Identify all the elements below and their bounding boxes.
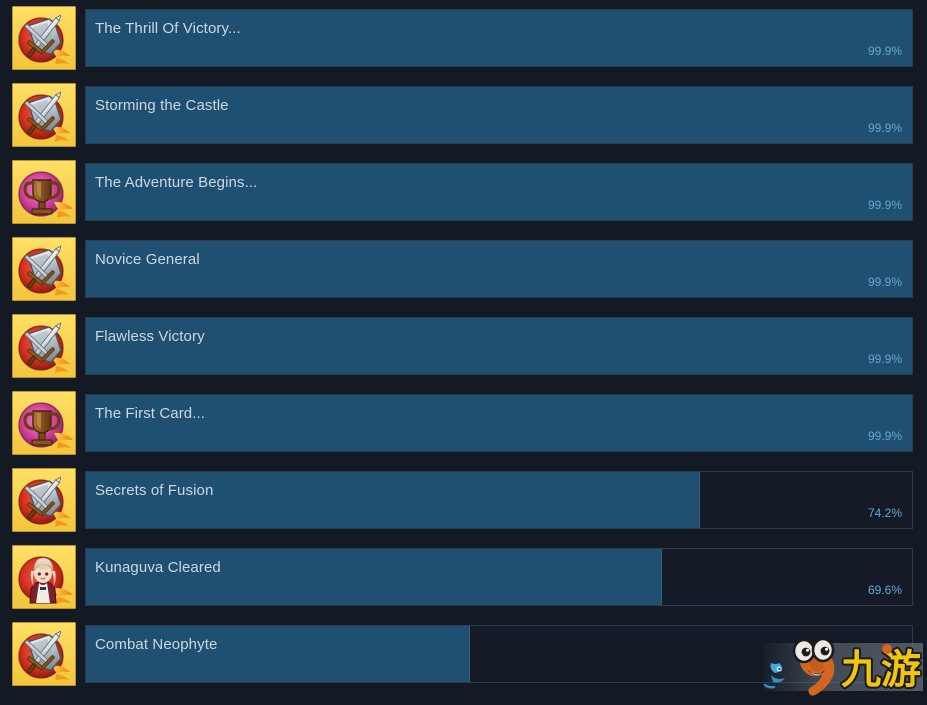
sword-shield-icon bbox=[12, 6, 76, 70]
achievement-progress-bar: The Adventure Begins... 99.9% bbox=[85, 163, 913, 221]
sword-shield-icon bbox=[12, 622, 76, 686]
achievement-progress-fill bbox=[86, 318, 912, 374]
achievement-name: The Adventure Begins... bbox=[95, 174, 258, 191]
achievement-progress-bar: The Thrill Of Victory... 99.9% bbox=[85, 9, 913, 67]
achievement-progress-bar: Combat Neophyte bbox=[85, 625, 913, 683]
achievement-row[interactable]: Novice General 99.9% bbox=[0, 231, 927, 308]
achievement-progress-bar: The First Card... 99.9% bbox=[85, 394, 913, 452]
achievement-row[interactable]: The Adventure Begins... 99.9% bbox=[0, 154, 927, 231]
achievement-progress-bar: Flawless Victory 99.9% bbox=[85, 317, 913, 375]
achievement-percent: 99.9% bbox=[867, 275, 902, 289]
achievement-percent: 99.9% bbox=[867, 429, 902, 443]
achievement-progress-fill bbox=[86, 164, 912, 220]
achievement-percent: 69.6% bbox=[867, 583, 902, 597]
achievement-name: Novice General bbox=[95, 251, 200, 268]
achievement-progress-bar: Storming the Castle 99.9% bbox=[85, 86, 913, 144]
achievement-name: Storming the Castle bbox=[95, 97, 229, 114]
trophy-cup-icon bbox=[12, 160, 76, 224]
achievement-progress-bar: Secrets of Fusion 74.2% bbox=[85, 471, 913, 529]
sword-shield-icon bbox=[12, 237, 76, 301]
achievement-progress-fill bbox=[86, 549, 663, 605]
achievement-percent: 99.9% bbox=[867, 121, 902, 135]
achievement-percent: 99.9% bbox=[867, 198, 902, 212]
sword-shield-icon bbox=[12, 83, 76, 147]
achievement-row[interactable]: Flawless Victory 99.9% bbox=[0, 308, 927, 385]
achievement-percent: 74.2% bbox=[867, 506, 902, 520]
achievement-progress-bar: Novice General 99.9% bbox=[85, 240, 913, 298]
achievement-percent: 99.9% bbox=[867, 352, 902, 366]
achievement-row[interactable]: Kunaguva Cleared 69.6% bbox=[0, 539, 927, 616]
achievement-list: The Thrill Of Victory... 99.9% Storming … bbox=[0, 0, 927, 705]
sword-shield-icon bbox=[12, 468, 76, 532]
achievement-name: The First Card... bbox=[95, 405, 206, 422]
sword-shield-icon bbox=[12, 314, 76, 378]
achievement-row[interactable]: Combat Neophyte bbox=[0, 616, 927, 693]
trophy-cup-icon bbox=[12, 391, 76, 455]
achievement-progress-fill bbox=[86, 10, 912, 66]
achievement-progress-fill bbox=[86, 241, 912, 297]
achievement-progress-fill bbox=[86, 472, 701, 528]
achievement-row[interactable]: Secrets of Fusion 74.2% bbox=[0, 462, 927, 539]
achievement-name: Flawless Victory bbox=[95, 328, 205, 345]
achievement-progress-fill bbox=[86, 87, 912, 143]
achievement-name: The Thrill Of Victory... bbox=[95, 20, 241, 37]
achievement-name: Secrets of Fusion bbox=[95, 482, 214, 499]
achievement-name: Kunaguva Cleared bbox=[95, 559, 221, 576]
achievement-percent: 99.9% bbox=[867, 44, 902, 58]
achievement-row[interactable]: The Thrill Of Victory... 99.9% bbox=[0, 0, 927, 77]
achievement-name: Combat Neophyte bbox=[95, 636, 218, 653]
achievement-progress-bar: Kunaguva Cleared 69.6% bbox=[85, 548, 913, 606]
achievement-row[interactable]: Storming the Castle 99.9% bbox=[0, 77, 927, 154]
anime-character-icon bbox=[12, 545, 76, 609]
achievement-progress-fill bbox=[86, 626, 471, 682]
achievement-progress-fill bbox=[86, 395, 912, 451]
achievement-row[interactable]: The First Card... 99.9% bbox=[0, 385, 927, 462]
